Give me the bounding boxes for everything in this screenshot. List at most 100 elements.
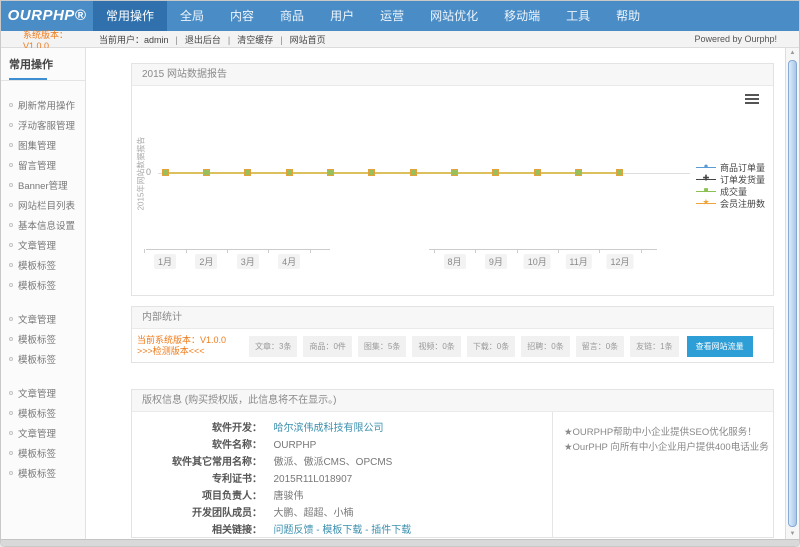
legend-item[interactable]: ✚ 订单发货量	[696, 173, 765, 185]
bullet-icon	[9, 123, 13, 127]
nav-item[interactable]: 用户	[317, 1, 367, 31]
nav-item[interactable]: 网站优化	[417, 1, 491, 31]
scroll-down-icon[interactable]: ▼	[786, 531, 799, 537]
nav-item[interactable]: 全局	[167, 1, 217, 31]
data-point-marker	[534, 169, 541, 176]
copyright-row-value: 哈尔滨伟成科技有限公司	[273, 423, 383, 434]
data-point-marker	[162, 169, 169, 176]
copyright-row-label: 软件名称：	[132, 438, 262, 453]
stats-panel: 内部统计 当前系统版本：V1.0.0 >>>检测版本<<< 文章：3条商品：0件…	[131, 306, 774, 363]
sidebar-item[interactable]: 基本信息设置	[1, 215, 85, 235]
promo-note: ★OurPHP 向所有中小企业用户提供400电话业务	[564, 440, 773, 455]
x-axis-label: 9月	[485, 254, 507, 269]
sidebar-item[interactable]: 模板标签	[1, 275, 85, 295]
bullet-icon	[9, 103, 13, 107]
status-bar: 系统版本：V1.0.0 当前用户：admin 退出后台清空缓存网站首页 Powe…	[1, 31, 799, 48]
scrollbar-thumb[interactable]	[788, 60, 797, 527]
copyright-row: 软件开发： 哈尔滨伟成科技有限公司	[132, 419, 552, 436]
nav-item[interactable]: 帮助	[603, 1, 653, 31]
chart-menu-icon[interactable]	[745, 94, 759, 106]
sidebar-item[interactable]: 留言管理	[1, 155, 85, 175]
window-bottom-frame	[1, 539, 799, 546]
sidebar-item[interactable]: 模板标签	[1, 329, 85, 349]
app-window: OURPHP® 常用操作全局内容商品用户运营网站优化移动端工具帮助 系统版本：V…	[0, 0, 800, 547]
system-version-block: 当前系统版本：V1.0.0 >>>检测版本<<<	[137, 335, 249, 357]
data-point-marker	[410, 169, 417, 176]
current-user-label: 当前用户：admin	[99, 33, 169, 46]
bullet-icon	[9, 337, 13, 341]
copyright-row-label: 项目负责人：	[132, 489, 262, 504]
statusbar-link[interactable]: 网站首页	[273, 33, 325, 46]
stat-badge: 招聘：0条	[521, 336, 569, 357]
stat-badge: 商品：0件	[303, 336, 351, 357]
promo-note: ★OURPHP帮助中小企业提供SEO优化服务！	[564, 425, 773, 440]
nav-item[interactable]: 商品	[267, 1, 317, 31]
bullet-icon	[9, 411, 13, 415]
sidebar-item[interactable]: 图集管理	[1, 135, 85, 155]
bullet-icon	[9, 163, 13, 167]
nav-item[interactable]: 内容	[217, 1, 267, 31]
data-point-marker	[575, 169, 582, 176]
sidebar-item[interactable]: 模板标签	[1, 443, 85, 463]
copyright-row: 开发团队成员： 大鹏、超超、小楠	[132, 504, 552, 521]
copyright-row-label: 软件其它常用名称：	[132, 455, 262, 470]
sidebar-item[interactable]: 模板标签	[1, 463, 85, 483]
nav-item[interactable]: 移动端	[491, 1, 553, 31]
sidebar-item[interactable]: 模板标签	[1, 349, 85, 369]
sidebar-item[interactable]: Banner管理	[1, 175, 85, 195]
stat-badge: 留言：0条	[576, 336, 624, 357]
current-version-label: 当前系统版本：V1.0.0	[137, 335, 249, 346]
view-traffic-button[interactable]: 查看网站流量	[687, 336, 753, 357]
data-point-marker	[451, 169, 458, 176]
stats-panel-header: 内部统计	[132, 307, 773, 329]
copyright-row: 专利证书： 2015R11L018907	[132, 470, 552, 487]
bullet-icon	[9, 263, 13, 267]
bullet-icon	[9, 391, 13, 395]
bullet-icon	[9, 243, 13, 247]
sidebar-item[interactable]: 模板标签	[1, 403, 85, 423]
nav-item[interactable]: 常用操作	[93, 1, 167, 31]
copyright-row-value: 问题反馈 - 模板下载 - 插件下载	[273, 525, 411, 536]
copyright-row-label: 开发团队成员：	[132, 506, 262, 521]
legend-marker-icon: ■	[696, 187, 716, 196]
stat-badge: 友链：1条	[630, 336, 678, 357]
stat-badges: 文章：3条商品：0件图集：5条视频：0条下载：0条招聘：0条留言：0条友链：1条	[249, 336, 679, 357]
nav-item[interactable]: 运营	[367, 1, 417, 31]
data-point-marker	[286, 169, 293, 176]
copyright-row: 软件名称： OURPHP	[132, 436, 552, 453]
sidebar-item[interactable]: 文章管理	[1, 235, 85, 255]
legend-item[interactable]: ■ 成交量	[696, 185, 765, 197]
stat-badge: 图集：5条	[358, 336, 406, 357]
sidebar-item[interactable]: 浮动客服管理	[1, 115, 85, 135]
bullet-icon	[9, 203, 13, 207]
x-axis-label: 3月	[237, 254, 259, 269]
sidebar-item[interactable]: 网站栏目列表	[1, 195, 85, 215]
sidebar-item[interactable]: 文章管理	[1, 383, 85, 403]
powered-by-label: Powered by Ourphp!	[694, 34, 777, 44]
nav-item[interactable]: 工具	[553, 1, 603, 31]
sidebar-item[interactable]: 刷新常用操作	[1, 95, 85, 115]
x-axis-label: 2月	[195, 254, 217, 269]
x-axis-label: 12月	[606, 254, 633, 269]
legend-item[interactable]: ★ 会员注册数	[696, 197, 765, 209]
legend-item[interactable]: ● 商品订单量	[696, 161, 765, 173]
copyright-row-value: 大鹏、超超、小楠	[273, 508, 353, 519]
scroll-up-icon[interactable]: ▲	[786, 50, 799, 56]
sidebar-item[interactable]: 文章管理	[1, 423, 85, 443]
data-point-marker	[203, 169, 210, 176]
x-axis-segment	[146, 249, 330, 250]
check-version-link[interactable]: >>>检测版本<<<	[137, 346, 205, 356]
statusbar-link[interactable]: 退出后台	[169, 33, 221, 46]
bullet-icon	[9, 223, 13, 227]
data-point-marker	[327, 169, 334, 176]
copyright-panel-header: 版权信息 (购买授权版，此信息将不在显示。)	[132, 390, 773, 412]
sidebar-item[interactable]: 文章管理	[1, 309, 85, 329]
sidebar-item[interactable]: 模板标签	[1, 255, 85, 275]
vertical-scrollbar[interactable]: ▲ ▼	[785, 48, 799, 539]
bullet-icon	[9, 471, 13, 475]
copyright-row-label: 专利证书：	[132, 472, 262, 487]
legend-marker-icon: ★	[696, 199, 716, 208]
statusbar-links: 退出后台清空缓存网站首页	[169, 33, 326, 46]
data-point-marker	[492, 169, 499, 176]
statusbar-link[interactable]: 清空缓存	[221, 33, 273, 46]
